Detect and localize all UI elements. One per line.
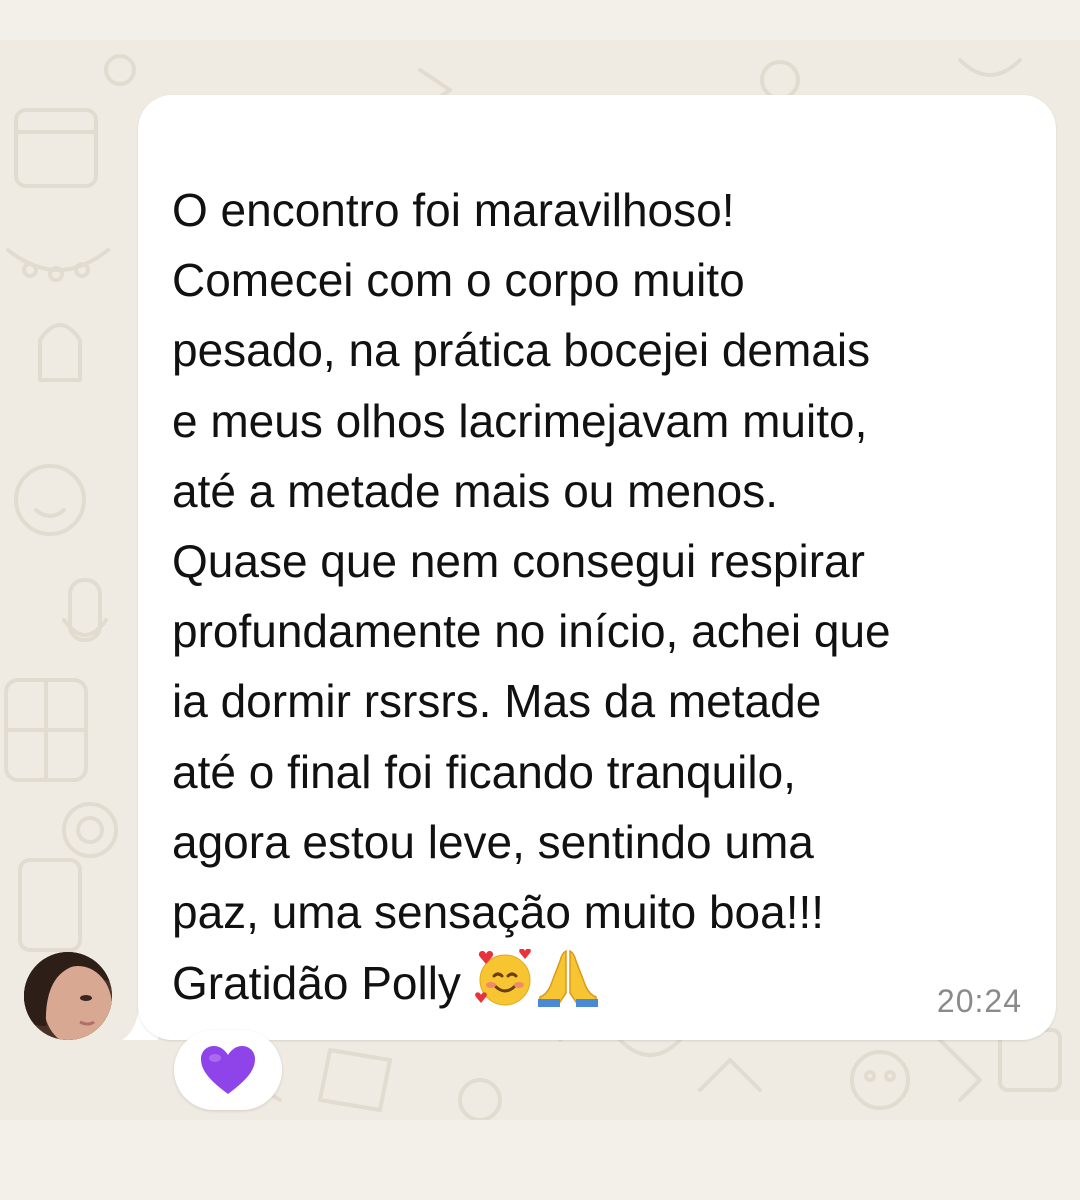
message-line: Quase que nem consegui respirar bbox=[172, 535, 865, 588]
message-line: até o final foi ficando tranquilo, bbox=[172, 745, 796, 798]
message-line: ia dormir rsrsrs. Mas da metade bbox=[172, 675, 822, 728]
avatar-photo bbox=[24, 952, 112, 1040]
message-text: O encontro foi maravilhoso! Comecei com … bbox=[172, 175, 1032, 1018]
message-line: O encontro foi maravilhoso! bbox=[172, 184, 735, 236]
smiling-face-with-hearts-icon bbox=[474, 948, 531, 1006]
message-line: até a metade mais ou menos. bbox=[172, 464, 778, 517]
message-bubble[interactable]: O encontro foi maravilhoso! Comecei com … bbox=[138, 95, 1056, 1040]
message-line: paz, uma sensação muito boa!!! bbox=[172, 886, 825, 939]
message-line: Comecei com o corpo muito bbox=[172, 254, 745, 307]
message-line: profundamente no início, achei que bbox=[172, 605, 891, 658]
reaction-badge[interactable] bbox=[174, 1030, 282, 1110]
message-line: agora estou leve, sentindo uma bbox=[172, 815, 814, 868]
emoji-group bbox=[474, 947, 600, 1018]
message-line: pesado, na prática bocejei demais bbox=[172, 324, 871, 377]
message-last-line: Gratidão Polly bbox=[172, 957, 461, 1010]
message-time: 20:24 bbox=[936, 983, 1022, 1019]
message-line: e meus olhos lacrimejavam muito, bbox=[172, 394, 868, 447]
folded-hands-icon bbox=[537, 950, 598, 1008]
avatar[interactable] bbox=[24, 952, 112, 1040]
purple-heart-icon bbox=[201, 1046, 255, 1094]
